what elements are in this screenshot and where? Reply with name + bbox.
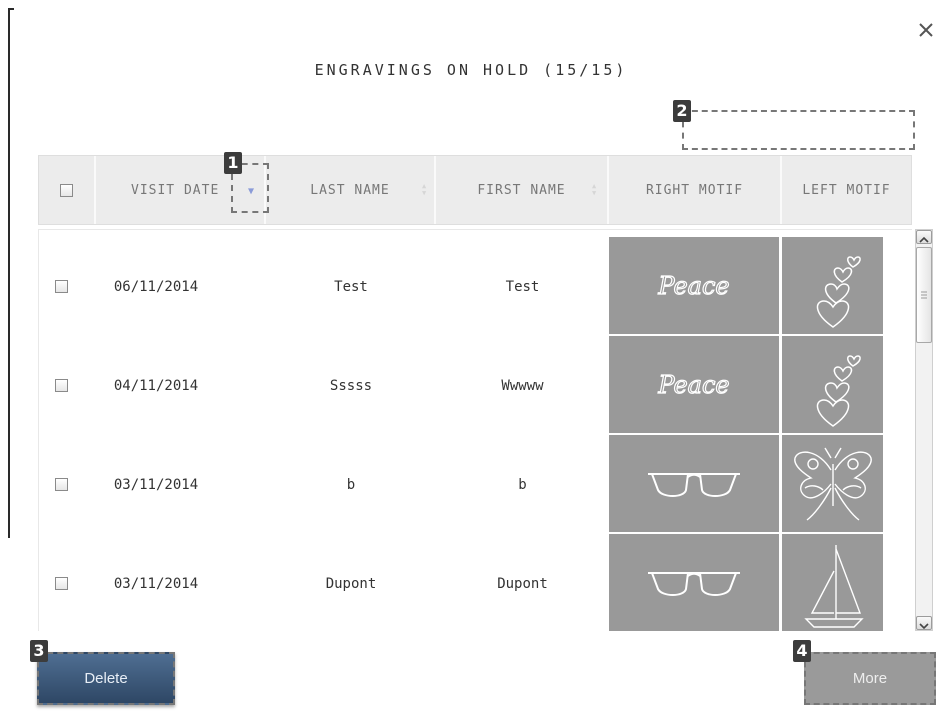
dialog-title: ENGRAVINGS ON HOLD (15/15) bbox=[314, 61, 628, 79]
cell-first-name: Wwwww bbox=[501, 377, 544, 394]
close-icon[interactable] bbox=[914, 18, 938, 42]
sort-arrows-icon[interactable]: ▲ ▼ bbox=[592, 183, 597, 197]
vertical-scrollbar[interactable] bbox=[915, 229, 933, 631]
callout-badge-4: 4 bbox=[793, 640, 811, 662]
callout-badge-2: 2 bbox=[673, 100, 691, 122]
table-row[interactable]: 06/11/2014 Test Test Peace bbox=[39, 237, 912, 336]
cell-first-name: Test bbox=[505, 278, 540, 295]
search-box[interactable] bbox=[682, 110, 915, 150]
glasses-icon[interactable] bbox=[609, 435, 779, 532]
cell-last-name: Test bbox=[334, 278, 368, 295]
row-checkbox-cell bbox=[39, 336, 84, 435]
cell-visit-date: 06/11/2014 bbox=[113, 278, 199, 295]
select-all-checkbox[interactable] bbox=[60, 183, 73, 197]
sort-arrows-icon[interactable]: ▲ ▼ bbox=[422, 183, 427, 197]
header-first-name[interactable]: FIRST NAME ▲ ▼ bbox=[436, 156, 609, 224]
callout-badge-1: 1 bbox=[224, 152, 242, 174]
table-row[interactable]: 03/11/2014 Dupont Dupont bbox=[39, 534, 912, 631]
left-edge-mark bbox=[8, 8, 14, 538]
cell-visit-date: 03/11/2014 bbox=[113, 575, 199, 592]
header-select-all-cell bbox=[39, 156, 96, 224]
header-first-name-label: FIRST NAME bbox=[477, 182, 566, 198]
header-last-name[interactable]: LAST NAME ▲ ▼ bbox=[266, 156, 436, 224]
butterfly-icon[interactable] bbox=[782, 435, 883, 532]
row-checkbox[interactable] bbox=[55, 379, 68, 392]
row-checkbox-cell bbox=[39, 435, 84, 534]
table-body: 06/11/2014 Test Test Peace 04/11/2014 Ss… bbox=[38, 229, 912, 631]
peace-text-icon[interactable]: Peace bbox=[609, 336, 779, 433]
scroll-down-icon[interactable] bbox=[916, 616, 932, 630]
peace-text: Peace bbox=[657, 272, 729, 300]
more-button[interactable]: More bbox=[804, 652, 936, 705]
cell-last-name: Sssss bbox=[329, 377, 373, 394]
table-header: VISIT DATE ▼ LAST NAME ▲ ▼ FIRST NAME ▲ ▼ … bbox=[38, 155, 912, 225]
cell-visit-date: 04/11/2014 bbox=[113, 377, 199, 394]
cell-visit-date: 03/11/2014 bbox=[113, 476, 199, 493]
delete-button[interactable]: Delete bbox=[37, 652, 175, 705]
scroll-thumb[interactable] bbox=[916, 247, 932, 343]
cell-first-name: Dupont bbox=[497, 575, 548, 592]
table-row[interactable]: 04/11/2014 Sssss Wwwww Peace bbox=[39, 336, 912, 435]
header-left-motif-label: LEFT MOTIF bbox=[802, 182, 891, 198]
search-input[interactable] bbox=[684, 112, 913, 148]
cell-first-name: b bbox=[518, 476, 527, 493]
row-checkbox[interactable] bbox=[55, 577, 68, 590]
hearts-icon[interactable] bbox=[782, 336, 883, 433]
cell-last-name: Dupont bbox=[325, 575, 377, 592]
cell-last-name: b bbox=[346, 476, 356, 493]
sailboat-icon[interactable] bbox=[782, 534, 883, 631]
row-checkbox[interactable] bbox=[55, 478, 68, 491]
scroll-up-icon[interactable] bbox=[916, 230, 932, 244]
callout-badge-3: 3 bbox=[30, 640, 48, 662]
table-row[interactable]: 03/11/2014 b b bbox=[39, 435, 912, 534]
header-visit-date-label: VISIT DATE bbox=[131, 182, 220, 198]
row-checkbox-cell bbox=[39, 534, 84, 631]
header-left-motif: LEFT MOTIF bbox=[782, 156, 911, 224]
row-checkbox[interactable] bbox=[55, 280, 68, 293]
header-right-motif-label: RIGHT MOTIF bbox=[645, 182, 744, 198]
glasses-icon[interactable] bbox=[609, 534, 779, 631]
peace-text: Peace bbox=[657, 371, 729, 399]
row-checkbox-cell bbox=[39, 237, 84, 336]
hearts-icon[interactable] bbox=[782, 237, 883, 334]
peace-text-icon[interactable]: Peace bbox=[609, 237, 779, 334]
header-last-name-label: LAST NAME bbox=[310, 182, 390, 198]
header-right-motif: RIGHT MOTIF bbox=[609, 156, 782, 224]
